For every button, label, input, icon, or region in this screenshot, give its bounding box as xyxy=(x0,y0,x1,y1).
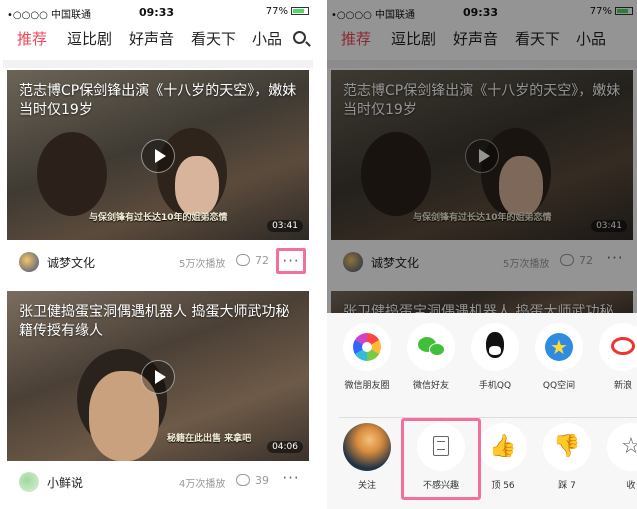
search-icon[interactable] xyxy=(293,31,306,44)
share-moments-button[interactable]: 微信朋友圈 xyxy=(339,323,395,391)
play-count: 4万次播放 xyxy=(179,479,226,490)
share-qzone-label: QQ空间 xyxy=(542,381,576,391)
tab-comedy[interactable]: 逗比剧 xyxy=(67,28,112,49)
avatar[interactable] xyxy=(19,472,39,492)
thumb-up-icon: 👍 xyxy=(489,434,517,459)
comment-count[interactable]: 39 xyxy=(255,474,269,487)
follow-button[interactable]: 关注 xyxy=(339,423,395,491)
video-title: 张卫健捣蛋宝洞偶遇机器人 捣蛋大师武功秘籍传授有缘人 xyxy=(19,304,290,339)
battery-icon xyxy=(291,7,309,15)
status-bar: •○○○○ 中国联通 09:33 77% xyxy=(3,6,313,21)
follow-avatar xyxy=(343,423,391,471)
comment-count[interactable]: 72 xyxy=(255,254,269,267)
carrier-label: •○○○○ 中国联通 xyxy=(7,10,91,21)
comment-icon[interactable] xyxy=(236,254,250,266)
share-weibo-label: 新浪 xyxy=(613,381,632,391)
share-wechat-button[interactable]: 微信好友 xyxy=(403,323,459,391)
clock: 09:33 xyxy=(139,6,175,19)
play-count: 5万次播放 xyxy=(179,259,226,270)
follow-label: 关注 xyxy=(357,481,376,491)
video-thumbnail[interactable]: 范志博CP保剑锋出演《十八岁的天空》，嫩妹当时仅19岁 与保剑锋有过长达10年的… xyxy=(7,70,309,240)
tab-recommend[interactable]: 推荐 xyxy=(17,28,47,49)
tab-sketch[interactable]: 小品 xyxy=(252,28,282,49)
favorite-icon: ☆ xyxy=(621,434,637,459)
feed-screen: •○○○○ 中国联通 09:33 77% 推荐 逗比剧 好声音 看天下 小品 范… xyxy=(3,0,313,509)
actions-row: 关注 不感兴趣 👍 顶 56 👎 踩 7 ☆ 收 xyxy=(327,423,637,509)
battery-indicator: 77% xyxy=(266,6,309,17)
favorite-label: 收 xyxy=(626,481,636,491)
section-divider xyxy=(3,60,313,68)
share-qzone-button[interactable]: ★ QQ空间 xyxy=(531,323,587,391)
tab-world[interactable]: 看天下 xyxy=(191,28,236,49)
share-wechat-label: 微信好友 xyxy=(412,381,449,391)
avatar[interactable] xyxy=(19,252,39,272)
share-targets-row: 微信朋友圈 微信好友 手机QQ ★ QQ空间 新浪 xyxy=(327,323,637,413)
highlight-box xyxy=(401,418,481,500)
favorite-button[interactable]: ☆ 收 xyxy=(603,423,637,491)
comment-icon[interactable] xyxy=(236,474,250,486)
author-name[interactable]: 小鲜说 xyxy=(47,474,83,491)
share-moments-label: 微信朋友圈 xyxy=(344,381,390,391)
tab-voice[interactable]: 好声音 xyxy=(129,28,174,49)
play-icon[interactable] xyxy=(141,360,175,394)
upvote-label: 顶 56 xyxy=(491,481,515,491)
battery-percent: 77% xyxy=(265,6,288,17)
upvote-button[interactable]: 👍 顶 56 xyxy=(475,423,531,491)
thumb-down-icon: 👎 xyxy=(553,434,581,459)
video-subtitle: 与保剑锋有过长达10年的姐弟恋情 xyxy=(89,213,228,223)
video-thumbnail[interactable]: 张卫健捣蛋宝洞偶遇机器人 捣蛋大师武功秘籍传授有缘人 秘籍在此出售 来拿吧 04… xyxy=(7,291,309,461)
downvote-button[interactable]: 👎 踩 7 xyxy=(539,423,595,491)
moments-icon xyxy=(353,333,381,361)
share-sheet: 微信朋友圈 微信好友 手机QQ ★ QQ空间 新浪 关注 不感兴趣 👍 顶 56… xyxy=(327,313,637,509)
qq-icon xyxy=(486,332,504,358)
video-subtitle: 秘籍在此出售 来拿吧 xyxy=(167,434,252,444)
share-sheet-screen: •○○○○ 中国联通 09:33 77% 推荐 逗比剧 好声音 看天下 小品 范… xyxy=(327,0,637,509)
share-qq-label: 手机QQ xyxy=(478,381,512,391)
sheet-divider xyxy=(339,417,637,418)
video-meta: 小鲜说 4万次播放 39 ··· xyxy=(3,466,313,500)
video-duration: 04:06 xyxy=(267,441,303,453)
share-qq-button[interactable]: 手机QQ xyxy=(467,323,523,391)
video-title: 范志博CP保剑锋出演《十八岁的天空》，嫩妹当时仅19岁 xyxy=(19,83,297,118)
author-name[interactable]: 诚梦文化 xyxy=(47,254,95,271)
more-button[interactable]: ··· xyxy=(276,468,306,494)
qzone-icon: ★ xyxy=(545,333,573,361)
video-meta: 诚梦文化 5万次播放 72 ··· xyxy=(3,246,313,280)
more-button[interactable]: ··· xyxy=(276,248,306,274)
weibo-icon xyxy=(611,337,635,355)
downvote-label: 踩 7 xyxy=(558,481,576,491)
category-tabs: 推荐 逗比剧 好声音 看天下 小品 xyxy=(3,28,313,54)
video-duration: 03:41 xyxy=(267,220,303,232)
play-icon[interactable] xyxy=(141,139,175,173)
share-weibo-button[interactable]: 新浪 xyxy=(595,323,637,391)
